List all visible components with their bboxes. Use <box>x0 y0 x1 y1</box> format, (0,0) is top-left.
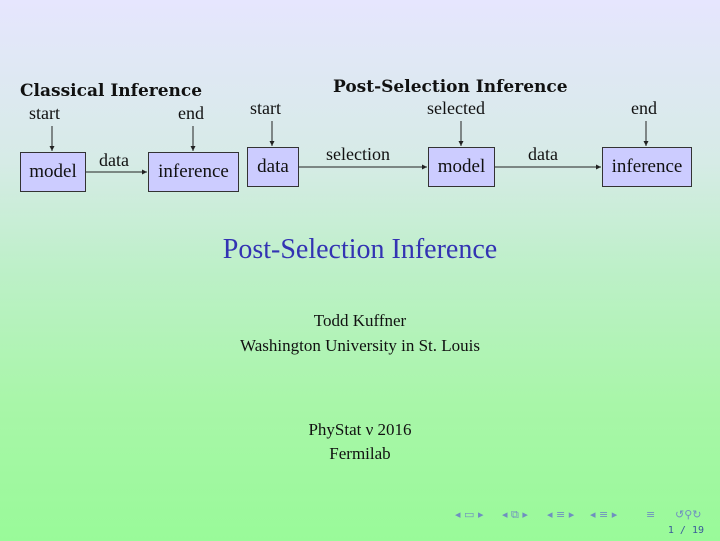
align-icon[interactable]: ≡ <box>646 508 655 521</box>
subsection-next-icon[interactable]: ▸ <box>569 508 575 521</box>
section-next-icon[interactable]: ▸ <box>522 508 528 521</box>
venue: Fermilab <box>329 444 391 463</box>
nav-section-group[interactable]: ◂ ⧉ ▸ <box>502 508 528 522</box>
forward-icon[interactable]: ↻ <box>692 508 701 521</box>
page-number: 1 / 19 <box>667 525 704 536</box>
back-icon[interactable]: ↺ <box>675 508 684 521</box>
section-prev-icon[interactable]: ◂ <box>502 508 508 521</box>
subsection-icon[interactable]: ≡ <box>556 508 565 521</box>
frame-stack-icon[interactable]: ⧉ <box>511 508 519 521</box>
slide-icon[interactable]: ▭ <box>464 508 474 521</box>
frame-prev-icon[interactable]: ◂ <box>455 508 461 521</box>
post-data-box: data <box>247 147 299 187</box>
toc-next-icon[interactable]: ▸ <box>612 508 618 521</box>
post-model-box: model <box>428 147 495 187</box>
institute: Washington University in St. Louis <box>240 336 480 355</box>
nav-search-group[interactable]: ↺⚲↻ <box>675 508 702 521</box>
post-inference-box: inference <box>602 147 692 187</box>
presentation-title: Post-Selection Inference <box>222 234 498 265</box>
subsection-prev-icon[interactable]: ◂ <box>547 508 553 521</box>
nav-toc-group[interactable]: ◂ ≡ ▸ <box>590 508 617 521</box>
toc-prev-icon[interactable]: ◂ <box>590 508 596 521</box>
classical-inference-box: inference <box>148 152 239 192</box>
event: PhyStat ν 2016 <box>308 420 412 439</box>
nav-frame-group[interactable]: ◂ ▭ ▸ <box>455 508 483 521</box>
author: Todd Kuffner <box>313 311 407 330</box>
nav-subsection-group[interactable]: ◂ ≡ ▸ <box>547 508 574 521</box>
classical-model-box: model <box>20 152 86 192</box>
frame-next-icon[interactable]: ▸ <box>478 508 484 521</box>
toc-icon[interactable]: ≡ <box>599 508 608 521</box>
